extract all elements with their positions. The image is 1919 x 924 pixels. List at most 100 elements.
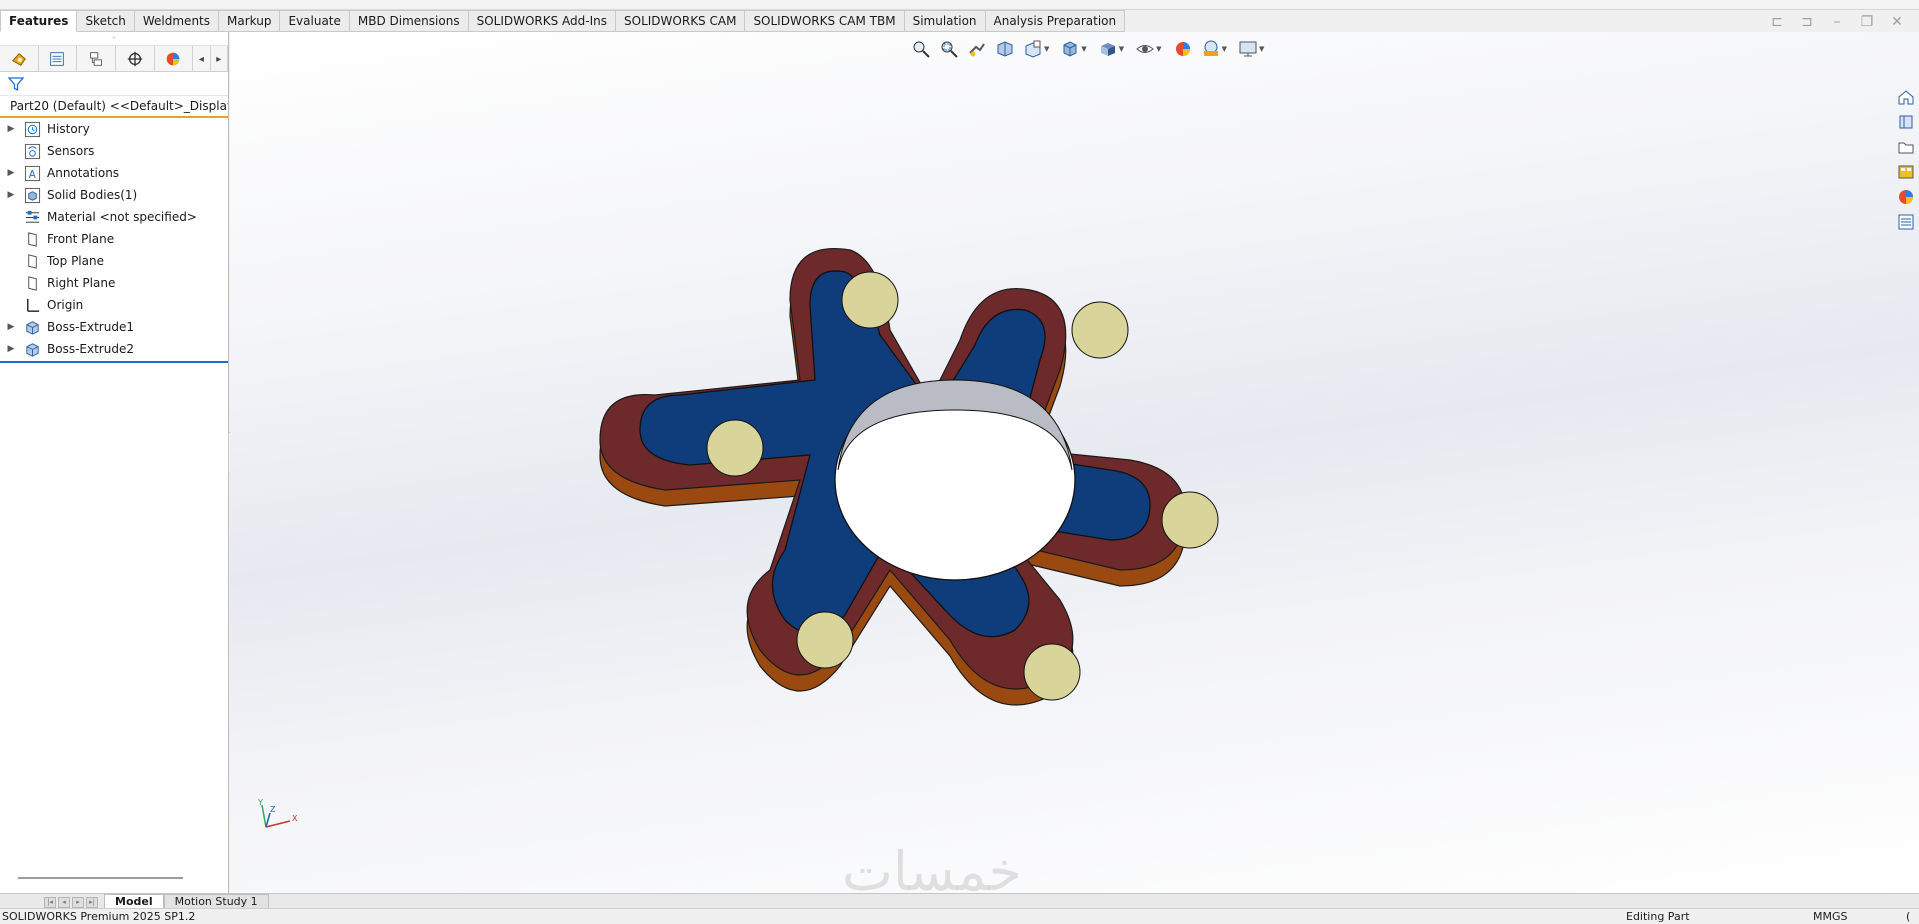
- panel-grip[interactable]: ◦: [0, 32, 228, 46]
- status-bar: SOLIDWORKS Premium 2025 SP1.2 Editing Pa…: [0, 908, 1919, 924]
- tab-solidworks-cam[interactable]: SOLIDWORKS CAM: [616, 10, 746, 32]
- feature-manager-icon: [11, 52, 26, 66]
- tab-simulation[interactable]: Simulation: [904, 10, 986, 32]
- folder-icon: [1898, 142, 1914, 154]
- property-manager-icon: [50, 52, 65, 66]
- status-units[interactable]: MMGS: [1813, 909, 1848, 924]
- panel-tabs-scroll-left[interactable]: ◂: [193, 46, 211, 72]
- minimize-icon[interactable]: –: [1829, 14, 1845, 30]
- expand-arrow-icon[interactable]: ▶: [0, 322, 22, 332]
- triad-z-label: Z: [270, 805, 276, 814]
- tab-solidworks-cam-tbm[interactable]: SOLIDWORKS CAM TBM: [745, 10, 905, 32]
- origin-icon: [26, 298, 39, 312]
- first-tab-icon[interactable]: |◂: [44, 897, 56, 908]
- feature-tree-root-label: Part20 (Default) <<Default>_Display S: [10, 99, 228, 113]
- expand-arrow-icon[interactable]: ▶: [0, 168, 22, 178]
- restore-icon[interactable]: ❐: [1859, 14, 1875, 30]
- tree-item-label: Right Plane: [47, 276, 116, 290]
- tree-item-label: Material <not specified>: [47, 210, 197, 224]
- tree-item-right-plane[interactable]: Right Plane: [0, 272, 228, 294]
- panel-horizontal-scrollbar[interactable]: [18, 877, 183, 879]
- svg-text:A: A: [28, 169, 36, 181]
- graphics-viewport[interactable]: ▼ ▼ ▼ ▼ ▼ ▼ X Y Z خمسات: [230, 32, 1919, 893]
- model-central-bore: [834, 379, 1076, 581]
- tab-features[interactable]: Features: [0, 10, 78, 32]
- tree-item-boss-extrude2[interactable]: ▶ Boss-Extrude2: [0, 338, 228, 360]
- solidworks-resources-tab[interactable]: [1895, 86, 1917, 108]
- tab-solidworks-add-ins[interactable]: SOLIDWORKS Add-Ins: [468, 10, 617, 32]
- tree-item-annotations[interactable]: ▶ A Annotations: [0, 162, 228, 184]
- tree-item-boss-extrude1[interactable]: ▶ Boss-Extrude1: [0, 316, 228, 338]
- configuration-manager-tab[interactable]: [77, 46, 116, 72]
- tree-item-solid-bodies[interactable]: ▶ Solid Bodies(1): [0, 184, 228, 206]
- triad-axes-icon: X Y Z: [257, 798, 298, 828]
- feature-tree-root[interactable]: Part20 (Default) <<Default>_Display S: [0, 96, 228, 118]
- crosshair-icon: [127, 51, 142, 67]
- panel-tabs-scroll-right[interactable]: ▸: [211, 46, 229, 72]
- view-palette-icon: [1898, 165, 1914, 179]
- feature-manager-panel: ◦ ◂ ▸ Part20 (Default) <<Default>_Displa…: [0, 32, 229, 893]
- tile-right-icon[interactable]: ⊐: [1799, 14, 1815, 30]
- feature-manager-tab[interactable]: [0, 46, 39, 72]
- tree-item-top-plane[interactable]: Top Plane: [0, 250, 228, 272]
- tab-model[interactable]: Model: [104, 894, 164, 908]
- file-explorer-tab[interactable]: [1895, 136, 1917, 158]
- sensors-icon: [24, 143, 40, 159]
- tab-analysis-preparation[interactable]: Analysis Preparation: [985, 10, 1126, 32]
- command-manager-tabs: Features Sketch Weldments Markup Evaluat…: [0, 10, 1126, 32]
- tab-motion-study-1[interactable]: Motion Study 1: [163, 894, 269, 908]
- tab-weldments[interactable]: Weldments: [134, 10, 220, 32]
- last-tab-icon[interactable]: ▸|: [86, 897, 98, 908]
- next-tab-icon[interactable]: ▸: [72, 897, 84, 908]
- tree-item-material[interactable]: Material <not specified>: [0, 206, 228, 228]
- expand-arrow-icon[interactable]: ▶: [0, 124, 22, 134]
- tree-item-front-plane[interactable]: Front Plane: [0, 228, 228, 250]
- tree-item-origin[interactable]: Origin: [0, 294, 228, 316]
- tree-filter-row: [0, 72, 228, 96]
- annotations-icon: A: [24, 165, 40, 181]
- title-strip: [0, 0, 1919, 10]
- previous-tab-icon[interactable]: ◂: [58, 897, 70, 908]
- tree-item-label: Boss-Extrude2: [47, 342, 134, 356]
- watermark-text: خمسات: [842, 840, 1023, 893]
- task-pane-tabs: [1893, 86, 1919, 233]
- appearances-tab[interactable]: [1895, 186, 1917, 208]
- tab-evaluate[interactable]: Evaluate: [280, 10, 350, 32]
- tab-scroll-arrows: |◂ ◂ ▸ ▸|: [44, 897, 98, 908]
- tree-item-label: Solid Bodies(1): [47, 188, 138, 202]
- view-palette-tab[interactable]: [1895, 161, 1917, 183]
- tab-mbd-dimensions[interactable]: MBD Dimensions: [349, 10, 469, 32]
- tile-left-icon[interactable]: ⊏: [1769, 14, 1785, 30]
- tab-sketch[interactable]: Sketch: [77, 10, 135, 32]
- tree-item-history[interactable]: ▶ History: [0, 118, 228, 140]
- tree-item-label: History: [47, 122, 90, 136]
- plane-icon: [27, 253, 37, 269]
- expand-arrow-icon[interactable]: ▶: [0, 190, 22, 200]
- bottom-model-tabs: |◂ ◂ ▸ ▸| Model Motion Study 1: [0, 893, 1919, 908]
- property-manager-tab[interactable]: [39, 46, 78, 72]
- plane-icon: [27, 231, 37, 247]
- rollback-bar[interactable]: [0, 361, 228, 363]
- status-mode: Editing Part: [1626, 910, 1690, 923]
- tab-markup[interactable]: Markup: [219, 10, 281, 32]
- configuration-manager-icon: [90, 52, 102, 66]
- part-3d-model[interactable]: [230, 32, 1919, 893]
- filter-icon[interactable]: [7, 76, 25, 92]
- appearance-icon: [167, 52, 180, 66]
- design-library-tab[interactable]: [1895, 111, 1917, 133]
- custom-properties-tab[interactable]: [1895, 211, 1917, 233]
- display-manager-tab[interactable]: [155, 46, 194, 72]
- panel-tabs: ◂ ▸: [0, 46, 229, 72]
- expand-arrow-icon[interactable]: ▶: [0, 344, 22, 354]
- tree-item-sensors[interactable]: Sensors: [0, 140, 228, 162]
- appearance-icon: [1899, 190, 1913, 204]
- home-icon: [1898, 90, 1914, 105]
- dimxpert-manager-tab[interactable]: [116, 46, 155, 72]
- material-icon: [25, 210, 39, 223]
- triad-y-label: Y: [257, 798, 263, 807]
- close-icon[interactable]: ✕: [1889, 14, 1905, 30]
- reference-triad: X Y Z: [252, 797, 312, 840]
- tree-item-label: Boss-Extrude1: [47, 320, 134, 334]
- extrude-icon: [25, 320, 39, 335]
- extrude-icon: [25, 342, 39, 357]
